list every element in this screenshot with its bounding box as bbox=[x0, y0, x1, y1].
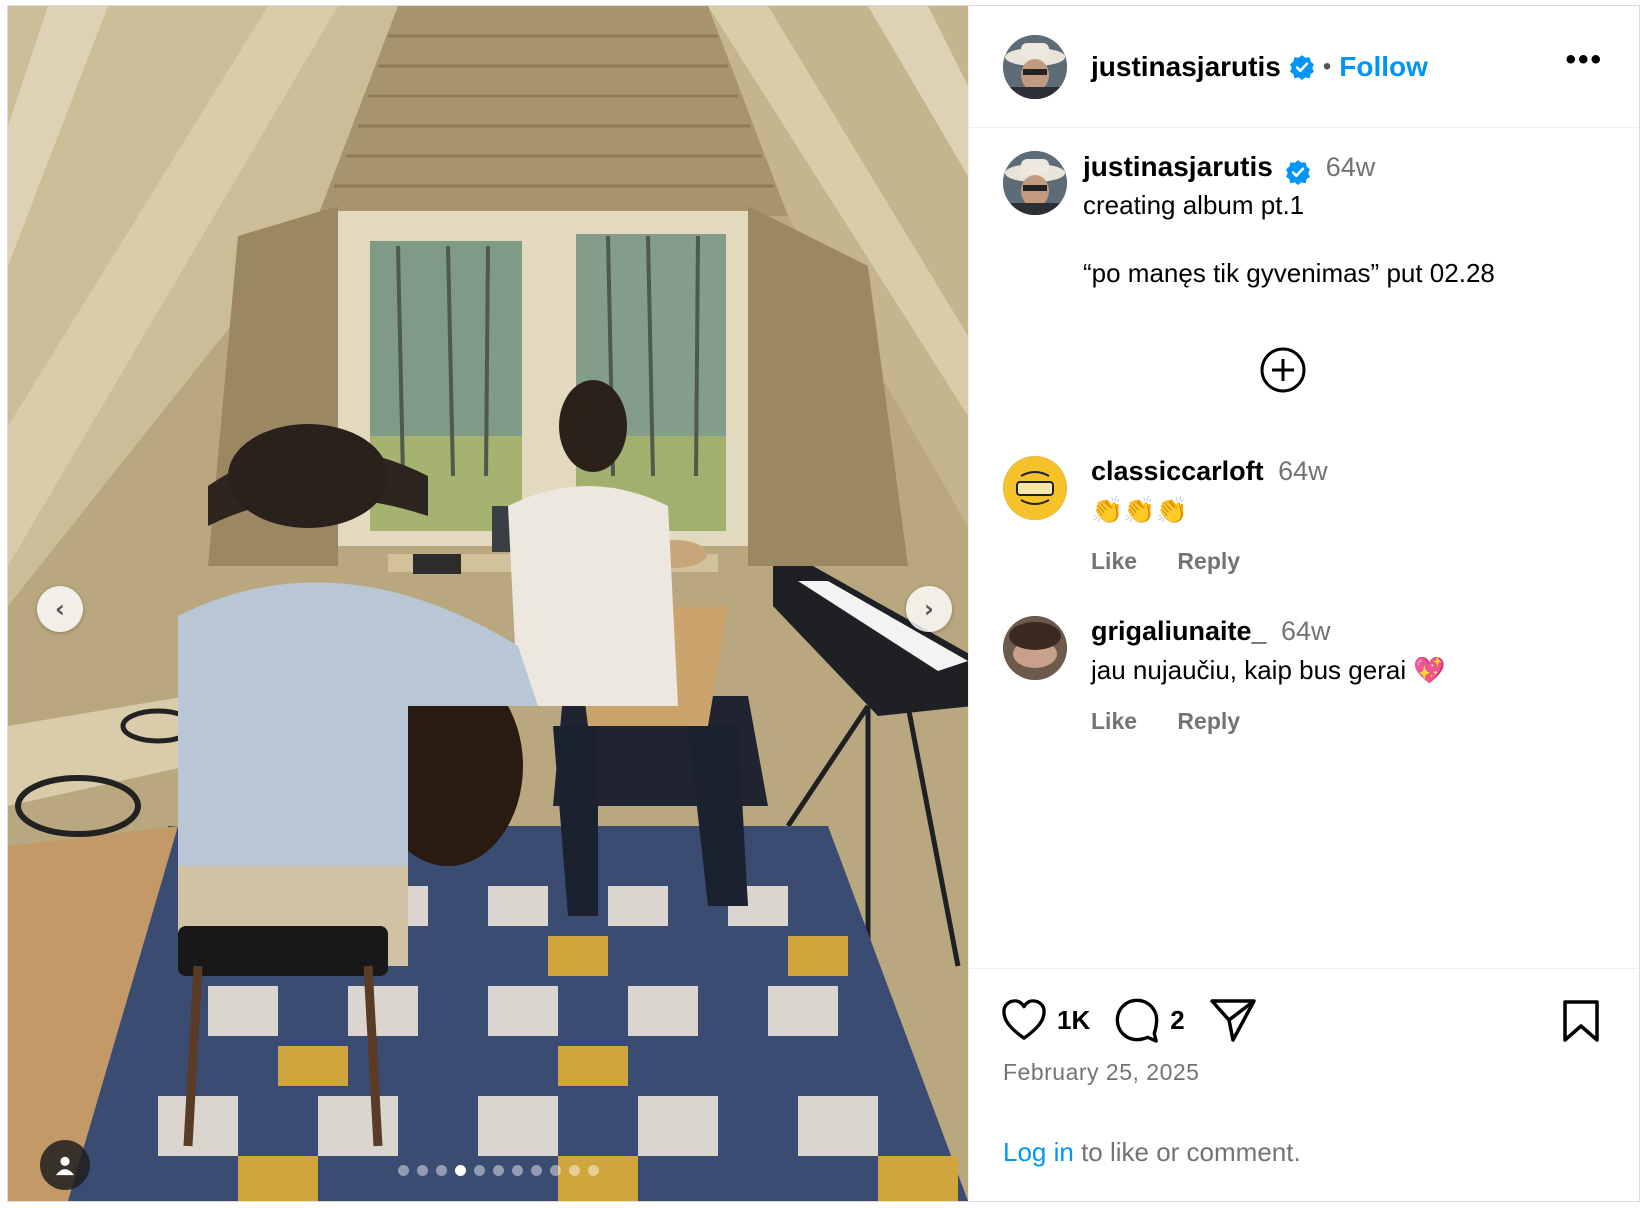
post-header: justinasjarutis • Follow ••• bbox=[969, 6, 1639, 128]
load-more-comments-icon[interactable] bbox=[1259, 346, 1307, 394]
author-username[interactable]: justinasjarutis bbox=[1091, 51, 1281, 83]
carousel-dot bbox=[530, 1165, 542, 1176]
post-side-panel: justinasjarutis • Follow ••• justinasjar… bbox=[968, 6, 1639, 1201]
heart-icon[interactable] bbox=[1001, 998, 1047, 1042]
carousel-dot bbox=[397, 1165, 409, 1176]
like-count[interactable]: 1K bbox=[1057, 1005, 1090, 1036]
follow-button[interactable]: Follow bbox=[1339, 51, 1428, 83]
verified-badge-icon bbox=[1289, 54, 1314, 80]
more-options-icon[interactable]: ••• bbox=[1565, 45, 1603, 75]
login-prompt: Log in to like or comment. bbox=[1003, 1137, 1301, 1168]
carousel-dot bbox=[511, 1165, 523, 1176]
next-slide-button[interactable]: › bbox=[906, 586, 952, 632]
caption-text-line: creating album pt.1 bbox=[1083, 189, 1305, 220]
bookmark-icon[interactable] bbox=[1562, 999, 1600, 1043]
post-caption: justinasjarutis 64w creating album pt.1 … bbox=[1003, 151, 1495, 290]
carousel-dot bbox=[435, 1165, 447, 1176]
post-photo bbox=[8, 6, 968, 1201]
separator-dot: • bbox=[1322, 52, 1332, 80]
carousel-dot bbox=[416, 1165, 428, 1176]
author-avatar[interactable] bbox=[1003, 34, 1067, 99]
comment-username[interactable]: grigaliunaite_ bbox=[1091, 616, 1267, 646]
comment-like-button[interactable]: Like bbox=[1091, 708, 1137, 734]
carousel-dot bbox=[473, 1165, 485, 1176]
carousel-dot bbox=[568, 1165, 580, 1176]
login-link[interactable]: Log in bbox=[1003, 1137, 1074, 1167]
post-media[interactable]: ‹ › bbox=[8, 6, 968, 1201]
carousel-dot bbox=[587, 1165, 599, 1176]
comment-timestamp[interactable]: 64w bbox=[1278, 456, 1328, 486]
chevron-right-icon: › bbox=[924, 595, 934, 623]
caption-author-avatar[interactable] bbox=[1003, 151, 1067, 215]
comment-count[interactable]: 2 bbox=[1170, 1005, 1184, 1036]
comment-item: grigaliunaite_ 64w jau nujaučiu, kaip bu… bbox=[1003, 616, 1446, 735]
post-footer: 1K 2 February 25, 2025 Log in to like or… bbox=[969, 968, 1638, 1201]
comment-username[interactable]: classiccarloft bbox=[1091, 456, 1264, 486]
carousel-indicator bbox=[8, 1165, 968, 1176]
chevron-left-icon: ‹ bbox=[55, 595, 65, 623]
comment-reply-button[interactable]: Reply bbox=[1177, 708, 1240, 734]
commenter-avatar[interactable] bbox=[1003, 456, 1067, 520]
comment-timestamp[interactable]: 64w bbox=[1281, 616, 1331, 646]
post-date[interactable]: February 25, 2025 bbox=[1003, 1059, 1199, 1086]
share-icon[interactable] bbox=[1209, 997, 1257, 1043]
comment-text: jau nujaučiu, kaip bus gerai 💖 bbox=[1091, 655, 1446, 685]
comment-icon[interactable] bbox=[1114, 997, 1160, 1043]
verified-badge-icon bbox=[1286, 159, 1311, 185]
caption-timestamp[interactable]: 64w bbox=[1326, 152, 1376, 182]
comment-item: classiccarloft 64w 👏👏👏 Like Reply bbox=[1003, 456, 1328, 575]
caption-username[interactable]: justinasjarutis bbox=[1083, 151, 1273, 182]
comment-like-button[interactable]: Like bbox=[1091, 548, 1137, 574]
carousel-dot bbox=[454, 1165, 466, 1176]
comment-text: 👏👏👏 bbox=[1091, 495, 1189, 525]
caption-text-line: “po manęs tik gyvenimas” put 02.28 bbox=[1083, 257, 1495, 288]
carousel-dot bbox=[549, 1165, 561, 1176]
carousel-dot bbox=[492, 1165, 504, 1176]
comment-reply-button[interactable]: Reply bbox=[1177, 548, 1240, 574]
login-prompt-text: to like or comment. bbox=[1073, 1137, 1301, 1167]
post-card: ‹ › justinasjarutis • Follow ••• justina… bbox=[7, 5, 1640, 1202]
commenter-avatar[interactable] bbox=[1003, 616, 1067, 680]
previous-slide-button[interactable]: ‹ bbox=[37, 586, 83, 632]
